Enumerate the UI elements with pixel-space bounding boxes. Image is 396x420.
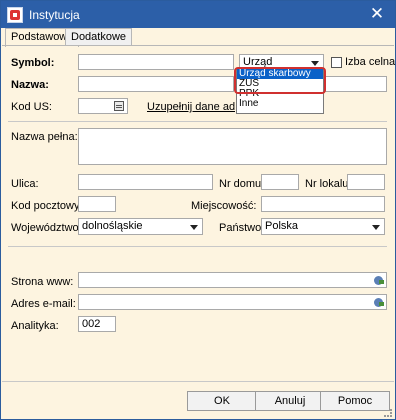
app-icon bbox=[7, 7, 23, 23]
main-panel: Symbol: Urząd skarbowy Izba celna Nazwa:… bbox=[2, 45, 396, 381]
divider bbox=[8, 246, 387, 247]
chevron-down-icon bbox=[372, 225, 380, 230]
website-input[interactable] bbox=[78, 272, 387, 288]
street-input[interactable] bbox=[78, 174, 213, 190]
country-value: Polska bbox=[265, 220, 299, 232]
symbol-input[interactable] bbox=[78, 54, 234, 70]
full-name-label: Nazwa pełna: bbox=[11, 131, 78, 143]
lookup-icon[interactable] bbox=[114, 101, 124, 111]
postal-code-label: Kod pocztowy: bbox=[11, 200, 83, 212]
highlight-box bbox=[234, 67, 326, 94]
country-label: Państwo: bbox=[219, 222, 265, 234]
symbol-label: Symbol: bbox=[11, 57, 55, 69]
cancel-button[interactable]: Anuluj bbox=[255, 391, 325, 411]
full-name-textarea[interactable] bbox=[78, 128, 387, 165]
title-bar: Instytucja ✕ bbox=[1, 1, 395, 28]
house-number-input[interactable] bbox=[261, 174, 299, 190]
tab-strip: Podstawowe Dodatkowe bbox=[2, 28, 394, 47]
dropdown-option-inne[interactable]: Inne bbox=[237, 99, 323, 109]
ok-button[interactable]: OK bbox=[187, 391, 257, 411]
help-button[interactable]: Pomoc bbox=[320, 391, 390, 411]
email-input[interactable] bbox=[78, 294, 387, 310]
analytics-label: Analityka: bbox=[11, 320, 59, 332]
province-value: dolnośląskie bbox=[82, 220, 143, 232]
apartment-number-input[interactable] bbox=[347, 174, 385, 190]
country-select[interactable]: Polska bbox=[261, 218, 385, 235]
kod-us-label: Kod US: bbox=[11, 101, 52, 113]
nazwa-label: Nazwa: bbox=[11, 79, 49, 91]
website-label: Strona www: bbox=[11, 276, 74, 288]
city-label: Miejscowość: bbox=[191, 200, 257, 212]
close-icon[interactable]: ✕ bbox=[367, 4, 387, 24]
apartment-number-label: Nr lokalu: bbox=[305, 178, 352, 190]
chevron-down-icon bbox=[311, 61, 319, 66]
send-email-icon[interactable] bbox=[374, 298, 384, 307]
izba-celna-checkbox[interactable] bbox=[331, 57, 342, 68]
analytics-input[interactable]: 002 bbox=[78, 316, 116, 332]
fill-address-link[interactable]: Uzupełnij dane adresowe bbox=[147, 101, 235, 113]
chevron-down-icon bbox=[190, 225, 198, 230]
nazwa-input[interactable] bbox=[78, 76, 234, 92]
button-bar: OK Anuluj Pomoc bbox=[2, 381, 394, 419]
resize-grip-icon[interactable] bbox=[384, 409, 392, 417]
postal-code-input[interactable] bbox=[78, 196, 116, 212]
divider bbox=[8, 121, 387, 122]
open-website-icon[interactable] bbox=[374, 276, 384, 285]
institution-dialog: Instytucja ✕ Podstawowe Dodatkowe Symbol… bbox=[0, 0, 396, 420]
city-input[interactable] bbox=[261, 196, 385, 212]
province-select[interactable]: dolnośląskie bbox=[78, 218, 203, 235]
province-label: Województwo: bbox=[11, 222, 82, 234]
tab-dodatkowe[interactable]: Dodatkowe bbox=[65, 28, 133, 46]
email-label: Adres e-mail: bbox=[11, 298, 76, 310]
window-title: Instytucja bbox=[29, 8, 80, 22]
izba-celna-label: Izba celna bbox=[345, 56, 396, 68]
street-label: Ulica: bbox=[11, 178, 39, 190]
nazwa-input-tail[interactable] bbox=[325, 76, 387, 92]
kod-us-input[interactable] bbox=[78, 98, 128, 114]
house-number-label: Nr domu: bbox=[219, 178, 265, 190]
